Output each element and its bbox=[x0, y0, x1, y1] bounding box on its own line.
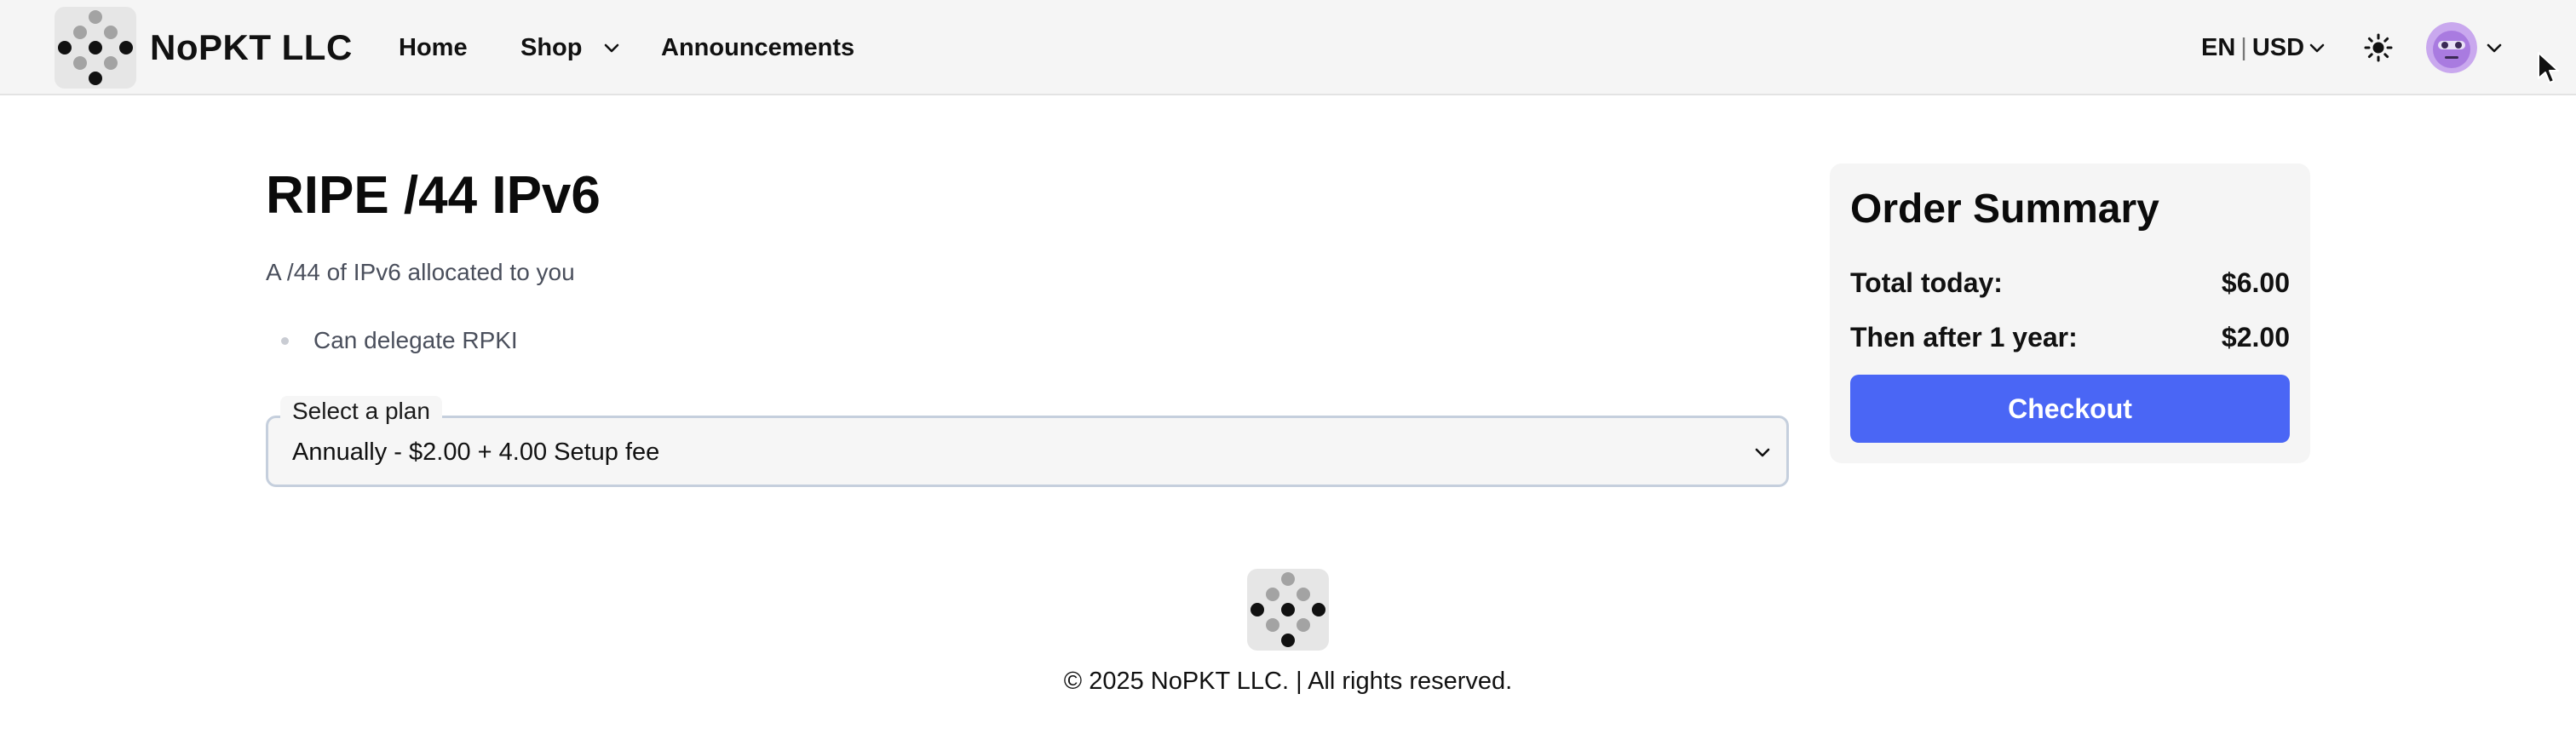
footer-copyright: © 2025 NoPKT LLC. | All rights reserved. bbox=[1063, 668, 1513, 695]
sun-icon[interactable] bbox=[2363, 32, 2394, 63]
plan-select[interactable]: Select a plan Annually - $2.00 + 4.00 Se… bbox=[266, 396, 1789, 487]
renewal-value: $2.00 bbox=[2221, 322, 2290, 353]
order-summary-card: Order Summary Total today: $6.00 Then af… bbox=[1830, 163, 2310, 463]
order-summary-title: Order Summary bbox=[1850, 186, 2159, 232]
nav-announcements-link[interactable]: Announcements bbox=[661, 32, 854, 63]
chevron-down-icon[interactable] bbox=[2307, 37, 2327, 58]
plan-select-value: Annually - $2.00 + 4.00 Setup fee bbox=[292, 439, 660, 466]
chevron-down-icon bbox=[1755, 448, 1770, 457]
locale-currency-selector[interactable]: EN | USD bbox=[2201, 32, 2304, 63]
feature-list: Can delegate RPKI bbox=[266, 325, 518, 356]
renewal-label: Then after 1 year: bbox=[1850, 322, 2078, 353]
site-header: NoPKT LLC Home Shop Announcements EN | USD bbox=[0, 0, 2576, 95]
chevron-down-icon[interactable] bbox=[2484, 37, 2504, 58]
feature-item: Can delegate RPKI bbox=[266, 325, 518, 356]
dots-logo-icon bbox=[1251, 572, 1325, 647]
feature-label: Can delegate RPKI bbox=[313, 327, 518, 353]
footer-logo-icon bbox=[1247, 569, 1329, 651]
locale-separator: | bbox=[2240, 34, 2247, 61]
checkout-button[interactable]: Checkout bbox=[1850, 375, 2290, 443]
total-today-row: Total today: $6.00 bbox=[1850, 266, 2290, 300]
renewal-row: Then after 1 year: $2.00 bbox=[1850, 320, 2290, 354]
nav-shop-link[interactable]: Shop bbox=[520, 32, 583, 63]
mouse-cursor-icon bbox=[2538, 52, 2559, 83]
total-today-label: Total today: bbox=[1850, 267, 2003, 298]
bullet-icon bbox=[281, 337, 289, 345]
language-label: EN bbox=[2201, 34, 2236, 61]
logo-icon[interactable] bbox=[55, 7, 136, 89]
currency-label: USD bbox=[2251, 34, 2305, 61]
nav-home-link[interactable]: Home bbox=[399, 32, 468, 63]
avatar[interactable] bbox=[2426, 22, 2477, 73]
user-avatar-icon bbox=[2426, 22, 2477, 73]
product-title: RIPE /44 IPv6 bbox=[266, 166, 601, 225]
brand-name[interactable]: NoPKT LLC bbox=[150, 27, 353, 68]
dots-logo-icon bbox=[58, 10, 133, 85]
product-description: A /44 of IPv6 allocated to you bbox=[266, 259, 575, 285]
total-today-value: $6.00 bbox=[2221, 267, 2290, 298]
chevron-down-icon[interactable] bbox=[601, 37, 622, 58]
plan-select-label: Select a plan bbox=[280, 396, 442, 427]
